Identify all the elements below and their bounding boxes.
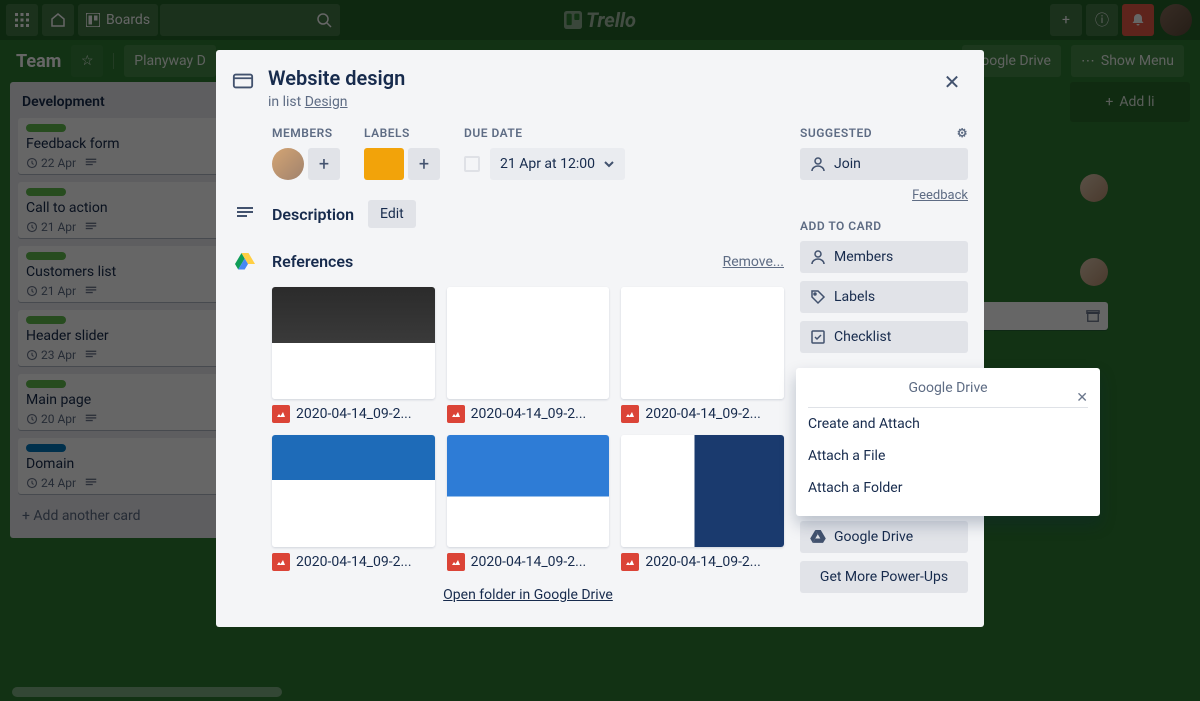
person-icon (810, 156, 826, 172)
checklist-icon (810, 329, 826, 345)
reference-filename: 2020-04-14_09-2... (447, 405, 610, 423)
feedback-link[interactable]: Feedback (800, 188, 968, 203)
list-link[interactable]: Design (305, 94, 348, 110)
due-checkbox[interactable] (464, 156, 480, 172)
reference-thumbnail[interactable] (621, 287, 784, 399)
close-modal-button[interactable]: ✕ (936, 66, 968, 98)
card-title[interactable]: Website design (268, 66, 405, 90)
due-date-button[interactable]: 21 Apr at 12:00 (490, 148, 625, 180)
references-heading: References (272, 252, 353, 271)
reference-filename: 2020-04-14_09-2... (447, 553, 610, 571)
add-to-card-heading: ADD TO CARD (800, 219, 968, 233)
reference-thumbnail[interactable] (447, 435, 610, 547)
attach-folder-item[interactable]: Attach a Folder (808, 472, 1088, 504)
add-member-button[interactable]: + (308, 148, 340, 180)
reference-thumbnail[interactable] (272, 435, 435, 547)
drive-icon (232, 253, 258, 271)
labels-heading: LABELS (364, 126, 440, 140)
reference-filename: 2020-04-14_09-2... (272, 405, 435, 423)
checklist-button[interactable]: Checklist (800, 321, 968, 353)
image-file-icon (621, 553, 639, 571)
edit-description-button[interactable]: Edit (368, 200, 416, 228)
member-avatar[interactable] (272, 148, 304, 180)
labels-button[interactable]: Labels (800, 281, 968, 313)
open-folder-link[interactable]: Open folder in Google Drive (443, 587, 613, 603)
reference-filename: 2020-04-14_09-2... (272, 553, 435, 571)
suggested-heading: SUGGESTED (800, 126, 872, 140)
reference-thumbnail[interactable] (621, 435, 784, 547)
chevron-down-icon (603, 158, 615, 170)
members-button[interactable]: Members (800, 241, 968, 273)
card-list-location: in list Design (268, 94, 405, 110)
card-modal: Website design in list Design ✕ MEMBERS … (216, 50, 984, 627)
google-drive-popover: Google Drive ✕ Create and Attach Attach a… (796, 368, 1100, 516)
card-icon (232, 66, 254, 92)
due-heading: DUE DATE (464, 126, 625, 140)
gear-icon[interactable]: ⚙ (957, 126, 968, 140)
image-file-icon (447, 405, 465, 423)
add-label-button[interactable]: + (408, 148, 440, 180)
google-drive-button[interactable]: Google Drive (800, 521, 968, 553)
popover-title: Google Drive (908, 380, 987, 396)
image-file-icon (621, 405, 639, 423)
close-popover-button[interactable]: ✕ (1076, 378, 1088, 418)
reference-filename: 2020-04-14_09-2... (621, 553, 784, 571)
get-powerups-button[interactable]: Get More Power-Ups (800, 561, 968, 593)
attach-file-item[interactable]: Attach a File (808, 440, 1088, 472)
image-file-icon (272, 405, 290, 423)
reference-filename: 2020-04-14_09-2... (621, 405, 784, 423)
image-file-icon (272, 553, 290, 571)
drive-icon (810, 530, 826, 544)
person-icon (810, 249, 826, 265)
remove-references-link[interactable]: Remove... (723, 254, 784, 270)
join-button[interactable]: Join (800, 148, 968, 180)
members-heading: MEMBERS (272, 126, 340, 140)
description-heading: Description (272, 205, 354, 224)
image-file-icon (447, 553, 465, 571)
label-orange[interactable] (364, 148, 404, 180)
tag-icon (810, 289, 826, 305)
description-icon (232, 204, 258, 224)
reference-thumbnail[interactable] (447, 287, 610, 399)
create-and-attach-item[interactable]: Create and Attach (808, 408, 1088, 440)
reference-thumbnail[interactable] (272, 287, 435, 399)
